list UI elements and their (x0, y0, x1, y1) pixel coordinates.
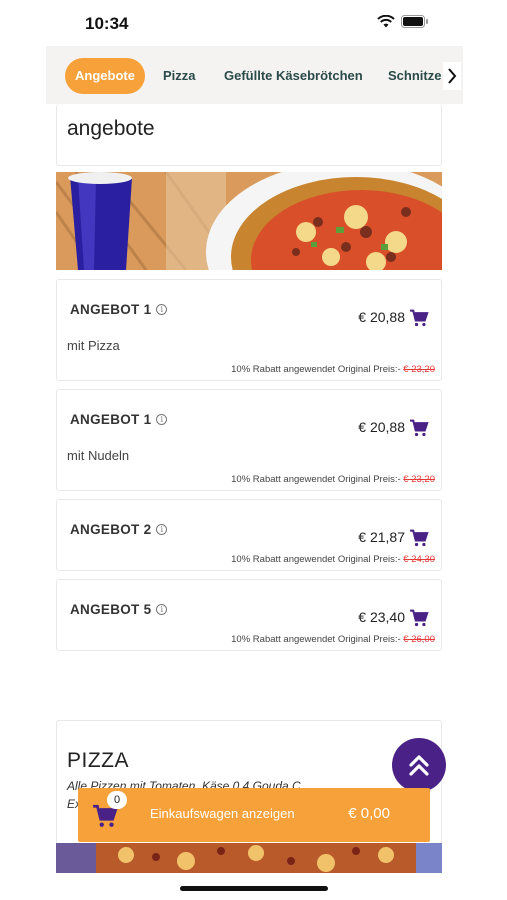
status-icons (377, 15, 429, 28)
tab-angebote[interactable]: Angebote (65, 58, 145, 94)
tab-gefuellte-kasebroetchen[interactable]: Gefüllte Käsebrötchen (224, 58, 363, 94)
page: Angebote Pizza Gefüllte Käsebrötchen Sch… (46, 46, 463, 900)
discount-text: 10% Rabatt angewendet Original Preis:- (231, 364, 401, 375)
add-to-cart-icon[interactable] (409, 529, 429, 547)
battery-icon (401, 15, 428, 28)
offer-name: ANGEBOT 2 i (70, 522, 168, 537)
chevron-right-icon (448, 68, 457, 84)
pizza-banner-image (56, 843, 442, 873)
offer-name: ANGEBOT 1 i (70, 412, 168, 427)
section-header: angebote (56, 104, 442, 166)
original-price: € 23,20 (403, 474, 435, 485)
cart-label: Einkaufswagen anzeigen (150, 806, 295, 821)
offer-description: mit Pizza (67, 338, 120, 353)
original-price: € 24,30 (403, 554, 435, 565)
offer-card[interactable]: ANGEBOT 1 i mit Pizza € 20,88 10% Rabatt… (56, 279, 442, 381)
category-tabbar[interactable]: Angebote Pizza Gefüllte Käsebrötchen Sch… (46, 46, 463, 104)
discount-text: 10% Rabatt angewendet Original Preis:- (231, 634, 401, 645)
discount-note: 10% Rabatt angewendet Original Preis:- €… (231, 554, 435, 565)
offer-card[interactable]: ANGEBOT 2 i € 21,87 10% Rabatt angewende… (56, 499, 442, 571)
offer-price: € 20,88 (358, 309, 405, 325)
section-title: angebote (67, 117, 155, 140)
discount-note: 10% Rabatt angewendet Original Preis:- €… (231, 474, 435, 485)
home-indicator[interactable] (180, 886, 328, 891)
status-bar: 10:34 (0, 0, 507, 46)
tab-schnitzel[interactable]: Schnitze (388, 58, 441, 94)
offer-card[interactable]: ANGEBOT 5 i € 23,40 10% Rabatt angewende… (56, 579, 442, 651)
status-time: 10:34 (85, 14, 129, 33)
tabs-next-button[interactable] (443, 62, 461, 90)
discount-text: 10% Rabatt angewendet Original Preis:- (231, 554, 401, 565)
wifi-icon (377, 15, 395, 28)
offer-name-text: ANGEBOT 1 (70, 302, 152, 317)
offer-price: € 21,87 (358, 529, 405, 545)
offer-name-text: ANGEBOT 5 (70, 602, 152, 617)
info-icon[interactable]: i (156, 524, 168, 535)
offer-price: € 20,88 (358, 419, 405, 435)
offer-name-text: ANGEBOT 2 (70, 522, 152, 537)
info-icon[interactable]: i (156, 304, 168, 315)
double-chevron-up-icon (409, 755, 429, 776)
discount-text: 10% Rabatt angewendet Original Preis:- (231, 474, 401, 485)
discount-note: 10% Rabatt angewendet Original Preis:- €… (231, 364, 435, 375)
add-to-cart-icon[interactable] (409, 609, 429, 627)
cart-count-badge: 0 (107, 791, 127, 809)
tab-pizza[interactable]: Pizza (163, 58, 196, 94)
info-icon[interactable]: i (156, 604, 168, 615)
pizza-section-title: PIZZA (67, 749, 130, 772)
offer-card[interactable]: ANGEBOT 1 i mit Nudeln € 20,88 10% Rabat… (56, 389, 442, 491)
scroll-to-top-button[interactable] (392, 738, 446, 792)
add-to-cart-icon[interactable] (409, 419, 429, 437)
angebote-banner-image (56, 172, 442, 270)
info-icon[interactable]: i (156, 414, 168, 425)
add-to-cart-icon[interactable] (409, 309, 429, 327)
offer-price: € 23,40 (358, 609, 405, 625)
original-price: € 26,00 (403, 634, 435, 645)
cart-total: € 0,00 (348, 805, 390, 822)
view-cart-button[interactable]: 0 Einkaufswagen anzeigen € 0,00 (78, 788, 430, 842)
offer-name: ANGEBOT 5 i (70, 602, 168, 617)
offer-name-text: ANGEBOT 1 (70, 412, 152, 427)
discount-note: 10% Rabatt angewendet Original Preis:- €… (231, 634, 435, 645)
offer-name: ANGEBOT 1 i (70, 302, 168, 317)
offer-description: mit Nudeln (67, 448, 130, 463)
original-price: € 23,20 (403, 364, 435, 375)
